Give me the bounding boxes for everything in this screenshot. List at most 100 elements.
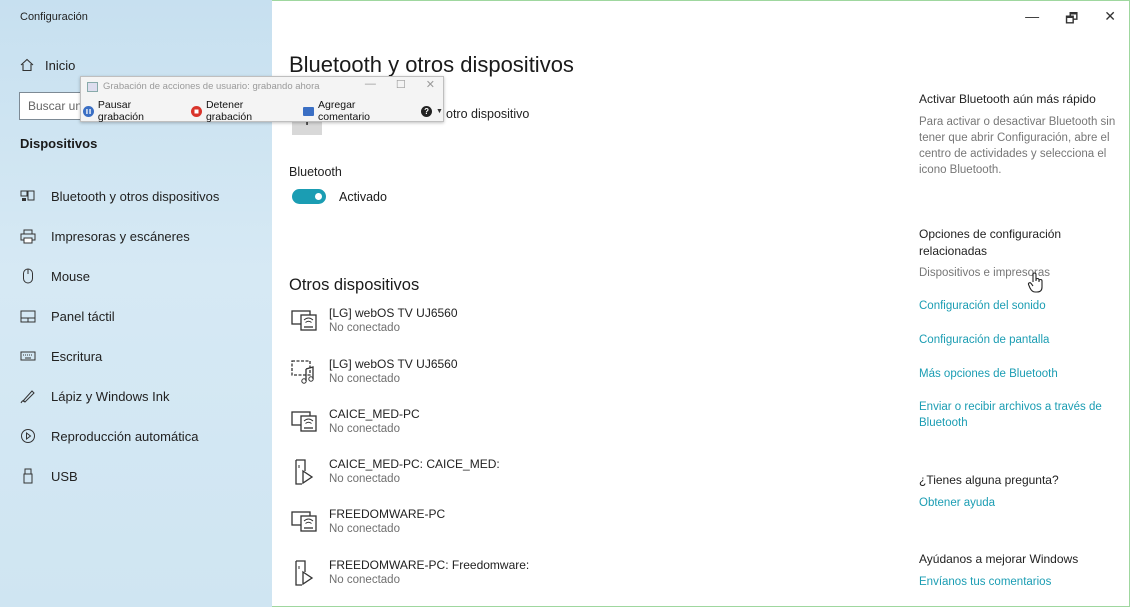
recorder-title: Grabación de acciones de usuario: graban… xyxy=(87,81,320,92)
device-name: CAICE_MED-PC xyxy=(329,407,420,421)
device-name: FREEDOMWARE-PC: Freedomware: xyxy=(329,558,530,572)
media-player-icon xyxy=(295,560,314,586)
close-button[interactable]: ✕ xyxy=(1104,8,1116,32)
device-item[interactable]: CAICE_MED-PC No conectado xyxy=(290,407,620,447)
other-devices-heading: Otros dispositivos xyxy=(289,276,420,294)
mouse-icon xyxy=(19,267,37,285)
sidebar-item-typing[interactable]: Escritura xyxy=(0,336,272,376)
device-status: No conectado xyxy=(329,423,400,435)
recorder-window-controls: — ☐ ✕ xyxy=(365,78,435,91)
sidebar-item-label: Impresoras y escáneres xyxy=(51,228,190,244)
app-title: Configuración xyxy=(20,11,88,23)
recorder-maximize-button[interactable]: ☐ xyxy=(396,78,406,91)
sidebar-item-label: Reproducción automática xyxy=(51,428,199,444)
home-label: Inicio xyxy=(45,57,76,73)
printer-icon xyxy=(19,227,37,245)
sidebar-item-printers[interactable]: Impresoras y escáneres xyxy=(0,216,272,256)
sound-settings-link[interactable]: Configuración del sonido xyxy=(919,298,1119,314)
media-player-icon xyxy=(295,459,314,485)
touchpad-icon xyxy=(19,307,37,325)
comment-icon xyxy=(303,106,315,116)
device-status: No conectado xyxy=(329,373,400,385)
usb-icon xyxy=(19,467,37,485)
tv-icon xyxy=(291,310,317,331)
device-name: [LG] webOS TV UJ6560 xyxy=(329,306,458,320)
sidebar-item-bluetooth[interactable]: Bluetooth y otros dispositivos xyxy=(0,176,272,216)
sidebar-item-mouse[interactable]: Mouse xyxy=(0,256,272,296)
recorder-actions: Pausar grabación Detener grabación Agreg… xyxy=(83,99,443,123)
sidebar-item-label: Escritura xyxy=(51,348,103,364)
more-bluetooth-options-link[interactable]: Más opciones de Bluetooth xyxy=(919,366,1119,382)
device-name: FREEDOMWARE-PC xyxy=(329,507,446,521)
pause-recording-label: Pausar grabación xyxy=(97,99,144,123)
device-status: No conectado xyxy=(329,473,400,485)
sidebar-item-label: USB xyxy=(51,468,78,484)
pen-icon xyxy=(19,387,37,405)
add-comment-label: Agregar comentario xyxy=(318,99,370,123)
recorder-minimize-button[interactable]: — xyxy=(365,78,376,91)
get-help-link[interactable]: Obtener ayuda xyxy=(919,495,1119,511)
sidebar-item-label: Lápiz y Windows Ink xyxy=(51,388,170,404)
home-icon xyxy=(19,57,35,73)
add-device-label[interactable]: otro dispositivo xyxy=(446,107,529,121)
device-item[interactable]: [LG] webOS TV UJ6560 No conectado xyxy=(290,357,620,397)
tv-icon xyxy=(291,511,317,532)
device-item[interactable]: FREEDOMWARE-PC: Freedomware: No conectad… xyxy=(290,558,620,598)
tv-icon xyxy=(291,411,317,432)
recorder-app-icon xyxy=(87,81,98,92)
sidebar-item-touchpad[interactable]: Panel táctil xyxy=(0,296,272,336)
bluetooth-toggle[interactable] xyxy=(292,189,326,204)
stop-icon xyxy=(191,105,202,117)
steps-recorder-toolbar: Grabación de acciones de usuario: graban… xyxy=(80,76,444,123)
stop-recording-button[interactable]: Detener grabación xyxy=(191,99,291,123)
device-status: No conectado xyxy=(329,322,400,334)
device-name: [LG] webOS TV UJ6560 xyxy=(329,357,458,371)
help-icon: ? xyxy=(421,105,433,117)
home-link[interactable]: Inicio xyxy=(19,57,75,73)
device-item[interactable]: FREEDOMWARE-PC No conectado xyxy=(290,507,620,547)
window-controls: — 🗗 ✕ xyxy=(1025,8,1116,32)
recorder-close-button[interactable]: ✕ xyxy=(426,78,435,91)
search-placeholder: Buscar un xyxy=(28,99,83,113)
bluetooth-toggle-row: Activado xyxy=(292,189,387,204)
stop-recording-label: Detener grabación xyxy=(205,99,253,123)
sidebar-nav: Bluetooth y otros dispositivos Impresora… xyxy=(0,176,272,496)
sidebar-item-usb[interactable]: USB xyxy=(0,456,272,496)
feedback-link[interactable]: Envíanos tus comentarios xyxy=(919,574,1119,590)
devices-printers-link[interactable]: Dispositivos e impresoras xyxy=(919,265,1119,281)
sidebar-item-autoplay[interactable]: Reproducción automática xyxy=(0,416,272,456)
question-heading: ¿Tienes alguna pregunta? xyxy=(919,473,1059,487)
fast-bluetooth-text: Para activar o desactivar Bluetooth sin … xyxy=(919,116,1116,176)
hand-cursor-icon xyxy=(1027,272,1043,293)
device-status: No conectado xyxy=(329,574,400,586)
send-receive-files-link[interactable]: Enviar o recibir archivos a través de Bl… xyxy=(919,399,1119,431)
device-status: No conectado xyxy=(329,523,400,535)
fast-bluetooth-heading: Activar Bluetooth aún más rápido xyxy=(919,92,1096,106)
display-settings-link[interactable]: Configuración de pantalla xyxy=(919,332,1119,348)
add-comment-button[interactable]: Agregar comentario xyxy=(303,99,409,123)
pause-icon xyxy=(83,105,94,117)
sidebar-item-label: Panel táctil xyxy=(51,308,115,324)
media-device-icon xyxy=(291,360,314,384)
minimize-button[interactable]: — xyxy=(1025,8,1039,32)
device-item[interactable]: [LG] webOS TV UJ6560 No conectado xyxy=(290,306,620,346)
chevron-down-icon: ▼ xyxy=(436,107,443,115)
page-title: Bluetooth y otros dispositivos xyxy=(289,52,574,77)
improve-windows-heading: Ayúdanos a mejorar Windows xyxy=(919,552,1079,566)
sidebar-item-label: Bluetooth y otros dispositivos xyxy=(51,188,220,204)
bluetooth-label: Bluetooth xyxy=(289,165,342,179)
keyboard-icon xyxy=(19,347,37,365)
recorder-help-button[interactable]: ? ▼ xyxy=(421,105,443,117)
restore-button[interactable]: 🗗 xyxy=(1065,8,1078,32)
sidebar-item-label: Mouse xyxy=(51,268,91,284)
bluetooth-devices-icon xyxy=(19,187,37,205)
autoplay-icon xyxy=(19,427,37,445)
device-name: CAICE_MED-PC: CAICE_MED: xyxy=(329,457,500,471)
section-label: Dispositivos xyxy=(20,136,98,151)
device-item[interactable]: CAICE_MED-PC: CAICE_MED: No conectado xyxy=(290,457,620,497)
pause-recording-button[interactable]: Pausar grabación xyxy=(83,99,179,123)
related-settings-heading: Opciones de configuración relacionadas xyxy=(919,227,1062,258)
recorder-title-text: Grabación de acciones de usuario: graban… xyxy=(103,81,320,92)
sidebar-item-pen[interactable]: Lápiz y Windows Ink xyxy=(0,376,272,416)
toggle-state-label: Activado xyxy=(339,189,387,204)
